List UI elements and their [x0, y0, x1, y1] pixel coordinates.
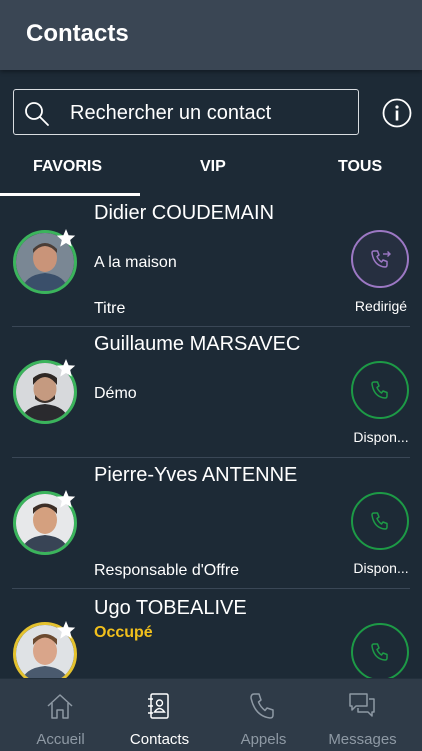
phone-icon [371, 512, 388, 530]
contact-title: Responsable d'Offre [94, 562, 240, 579]
nav-accueil[interactable]: Accueil [8, 679, 113, 751]
nav-label: Appels [240, 731, 287, 748]
call-button[interactable] [351, 230, 409, 288]
favorite-star-icon [56, 359, 76, 377]
contact-presence-text: A la maison [94, 254, 177, 271]
contact-presence-text: Occupé [94, 624, 153, 641]
search-placeholder: Rechercher un contact [70, 102, 272, 124]
tab-tous[interactable]: TOUS [338, 158, 382, 176]
contact-row[interactable]: Pierre-Yves ANTENNE Responsable d'Offre … [0, 458, 422, 589]
page-title: Contacts [26, 20, 129, 47]
phone-icon [371, 643, 388, 661]
favorite-star-icon [56, 229, 76, 247]
bottom-nav: Accueil Contacts Appels Messages [0, 678, 422, 751]
contact-presence-text: Démo [94, 385, 137, 402]
tab-bar: FAVORIS VIP TOUS [0, 145, 422, 197]
chat-icon [349, 693, 375, 717]
phone-icon [371, 381, 388, 399]
home-icon [47, 694, 73, 719]
call-status-label: Dispon... [353, 560, 409, 576]
contact-name: Didier COUDEMAIN [94, 202, 275, 224]
call-button[interactable] [351, 623, 409, 681]
contact-name: Pierre-Yves ANTENNE [94, 464, 298, 486]
contact-title: Titre [94, 300, 126, 317]
info-button[interactable] [382, 98, 412, 128]
nav-appels[interactable]: Appels [211, 679, 316, 751]
info-icon [382, 98, 412, 128]
nav-label: Accueil [36, 731, 85, 748]
nav-label: Messages [328, 731, 397, 748]
phone-icon [250, 693, 274, 719]
nav-label: Contacts [129, 731, 190, 748]
favorite-star-icon [56, 621, 76, 639]
nav-contacts[interactable]: Contacts [107, 679, 212, 751]
address-book-icon [148, 693, 169, 719]
contact-row[interactable]: Guillaume MARSAVEC Démo Dispon... [0, 327, 422, 458]
contact-name: Ugo TOBEALIVE [94, 597, 247, 619]
tab-favoris[interactable]: FAVORIS [33, 158, 102, 176]
search-field[interactable]: Rechercher un contact [13, 89, 359, 135]
app-header: Contacts [0, 0, 422, 70]
contact-row[interactable]: Didier COUDEMAIN A la maison Titre Redir… [0, 196, 422, 327]
search-icon [25, 102, 49, 126]
call-status-label: Redirigé [354, 298, 408, 314]
contact-name: Guillaume MARSAVEC [94, 333, 301, 355]
call-status-label: Dispon... [353, 429, 409, 445]
call-button[interactable] [351, 492, 409, 550]
tab-vip[interactable]: VIP [200, 158, 226, 176]
phone-forward-icon [371, 250, 391, 268]
nav-messages[interactable]: Messages [310, 679, 415, 751]
call-button[interactable] [351, 361, 409, 419]
favorite-star-icon [56, 490, 76, 508]
